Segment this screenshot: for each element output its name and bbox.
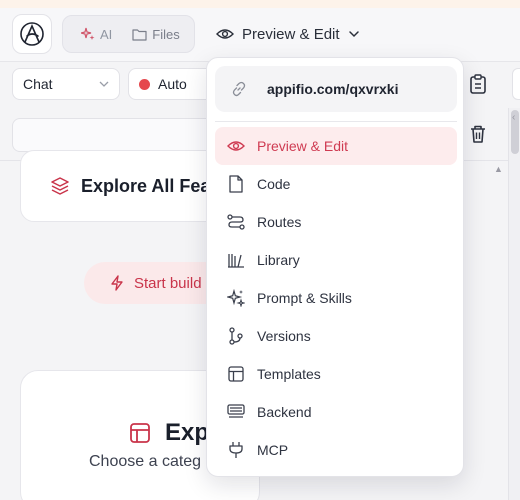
menu-item-routes[interactable]: Routes: [215, 203, 457, 241]
eye-icon: [216, 27, 234, 41]
menu-item-backend[interactable]: Backend: [215, 393, 457, 431]
tab-ai[interactable]: AI: [75, 23, 118, 46]
explore-header: Exp: [129, 419, 209, 447]
model-select-value: Auto: [158, 76, 187, 92]
layers-icon: [51, 177, 69, 195]
view-selector-button[interactable]: Preview & Edit: [216, 21, 360, 47]
chat-mode-select[interactable]: Chat: [12, 68, 120, 100]
menu-item-label: Templates: [257, 366, 321, 382]
file-icon: [227, 175, 245, 193]
sparkles-icon: [227, 289, 245, 307]
logo-icon: [19, 21, 45, 47]
preview-url-text: appifio.com/qxvrxki: [267, 81, 399, 97]
view-dropdown-menu: appifio.com/qxvrxki Preview & Edit Code …: [206, 57, 464, 477]
menu-item-label: Versions: [257, 328, 311, 344]
mode-switcher: AI Files: [62, 15, 195, 53]
menu-item-library[interactable]: Library: [215, 241, 457, 279]
chat-mode-value: Chat: [23, 76, 53, 92]
lightning-icon: [110, 275, 124, 291]
chevron-down-icon: [348, 30, 360, 38]
menu-item-label: Routes: [257, 214, 302, 230]
vertical-scrollbar[interactable]: [508, 108, 520, 500]
git-branch-icon: [227, 327, 245, 345]
tab-files[interactable]: Files: [126, 23, 185, 46]
clipboard-icon: [469, 74, 487, 94]
layout-icon: [227, 365, 245, 383]
start-building-label: Start build: [134, 274, 202, 292]
route-icon: [227, 213, 245, 231]
library-icon: [227, 251, 245, 269]
explore-title: Exp: [165, 419, 210, 446]
menu-item-label: Library: [257, 252, 300, 268]
eye-icon: [227, 137, 245, 155]
menu-item-label: Code: [257, 176, 291, 192]
preview-url-field[interactable]: appifio.com/qxvrxki: [215, 66, 457, 112]
folder-icon: [132, 28, 147, 41]
scroll-up-arrow-icon[interactable]: ▲: [494, 164, 503, 174]
view-selector-label: Preview & Edit: [242, 25, 340, 43]
app-logo[interactable]: [12, 14, 52, 54]
model-select[interactable]: Auto: [128, 68, 218, 100]
layout-icon: [129, 422, 151, 444]
menu-item-label: MCP: [257, 442, 289, 458]
view-menu-list: Preview & Edit Code Routes Library Promp…: [215, 127, 457, 469]
chevron-left-icon: ‹: [512, 112, 516, 123]
menu-item-prompt-skills[interactable]: Prompt & Skills: [215, 279, 457, 317]
delete-button[interactable]: [464, 120, 492, 148]
menu-item-code[interactable]: Code: [215, 165, 457, 203]
right-panel-control[interactable]: [512, 68, 520, 100]
menu-item-versions[interactable]: Versions: [215, 317, 457, 355]
menu-item-mcp[interactable]: MCP: [215, 431, 457, 469]
menu-item-label: Prompt & Skills: [257, 290, 352, 306]
plug-icon: [227, 441, 245, 459]
link-icon: [231, 81, 247, 97]
server-icon: [227, 403, 245, 421]
menu-divider: [215, 121, 457, 122]
trash-icon: [469, 124, 487, 144]
menu-item-label: Preview & Edit: [257, 138, 349, 154]
tab-ai-label: AI: [100, 26, 113, 42]
top-accent-strip: [0, 0, 520, 8]
explore-subtitle: Choose a categ: [89, 453, 202, 470]
secondary-input-bar[interactable]: [12, 118, 222, 152]
status-dot: [139, 78, 150, 90]
tab-files-label: Files: [152, 26, 180, 42]
menu-item-preview-edit[interactable]: Preview & Edit: [215, 127, 457, 165]
clipboard-button[interactable]: [464, 70, 492, 98]
sparkle-icon: [81, 27, 95, 41]
menu-item-label: Backend: [257, 404, 312, 420]
chevron-down-icon: [99, 81, 109, 87]
explore-features-title: Explore All Fea: [81, 175, 211, 196]
menu-item-templates[interactable]: Templates: [215, 355, 457, 393]
